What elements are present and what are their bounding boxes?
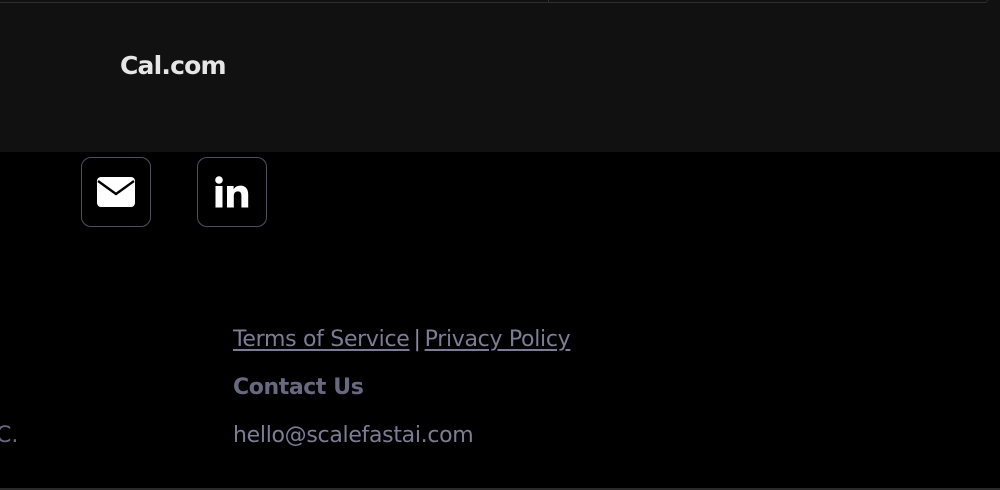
cal-embed: Cal.com — [0, 0, 1000, 152]
page: Cal.com Terms of Service | Privacy Policy … — [0, 0, 1000, 490]
embed-top-border — [0, 0, 988, 3]
contact-email[interactable]: hello@scalefastai.com — [233, 420, 474, 452]
email-button[interactable] — [81, 157, 151, 227]
terms-of-service-link[interactable]: Terms of Service — [233, 327, 410, 352]
privacy-policy-link[interactable]: Privacy Policy — [425, 327, 571, 352]
embed-top-divider — [548, 0, 549, 3]
link-separator: | — [413, 327, 421, 352]
linkedin-icon — [215, 176, 249, 208]
contact-us-heading: Contact Us — [233, 375, 364, 400]
linkedin-button[interactable] — [197, 157, 267, 227]
legal-links: Terms of Service | Privacy Policy — [233, 324, 571, 356]
cal-logo[interactable]: Cal.com — [120, 49, 227, 83]
copyright-fragment: C. — [0, 423, 19, 448]
envelope-icon — [97, 177, 135, 207]
